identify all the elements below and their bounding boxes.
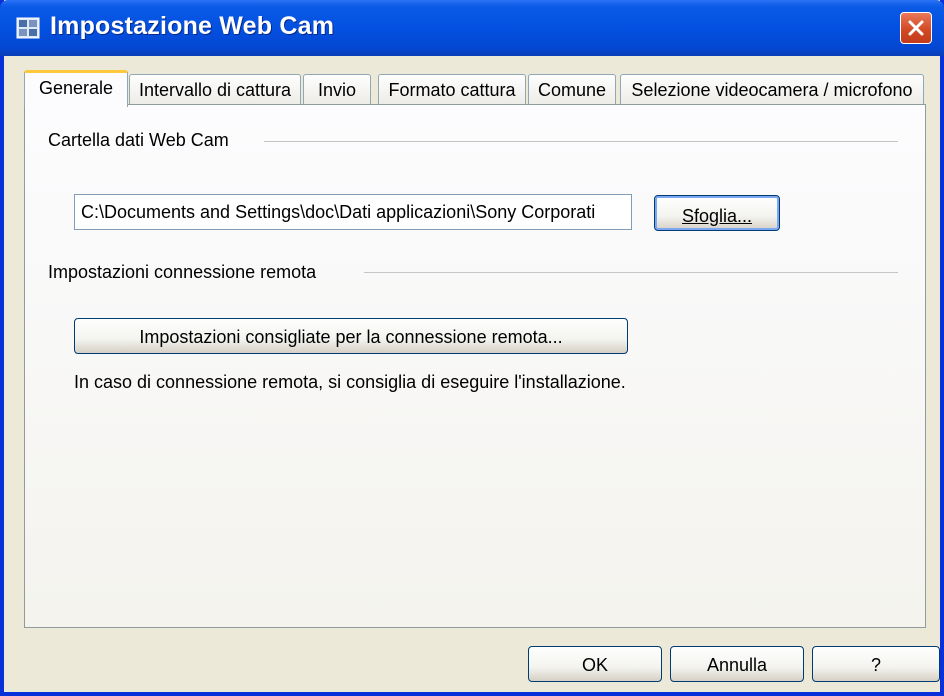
tab-formato-cattura[interactable]: Formato cattura: [378, 74, 526, 106]
folder-group-divider: [264, 141, 898, 142]
tab-panel-generale: [24, 104, 926, 628]
remote-settings-button[interactable]: Impostazioni consigliate per la connessi…: [74, 318, 628, 354]
close-button[interactable]: [900, 12, 932, 44]
close-icon: [908, 20, 924, 36]
remote-group-divider: [364, 272, 898, 273]
remote-group-label: Impostazioni connessione remota: [48, 262, 317, 282]
browse-button[interactable]: Sfoglia...: [654, 195, 780, 231]
folder-path-field[interactable]: C:\Documents and Settings\doc\Dati appli…: [74, 194, 632, 230]
tab-selezione-videocamera-microfono[interactable]: Selezione videocamera / microfono: [620, 74, 924, 106]
tab-intervallo-di-cattura[interactable]: Intervallo di cattura: [129, 74, 301, 106]
dialog-window: Impostazione Web Cam Generale Intervallo…: [0, 0, 944, 696]
title-bar[interactable]: Impostazione Web Cam: [0, 0, 944, 56]
tab-generale[interactable]: Generale: [24, 70, 128, 107]
cancel-button[interactable]: Annulla: [670, 646, 804, 682]
browse-button-label: Sfoglia...: [681, 206, 753, 226]
webcam-app-icon: [16, 16, 40, 40]
folder-group-label: Cartella dati Web Cam: [48, 130, 229, 150]
tab-comune[interactable]: Comune: [528, 74, 616, 106]
ok-button[interactable]: OK: [528, 646, 662, 682]
remote-info-text: In caso di connessione remota, si consig…: [74, 372, 626, 392]
tab-invio[interactable]: Invio: [303, 74, 371, 106]
help-button[interactable]: ?: [812, 646, 940, 682]
window-title: Impostazione Web Cam: [50, 12, 335, 40]
